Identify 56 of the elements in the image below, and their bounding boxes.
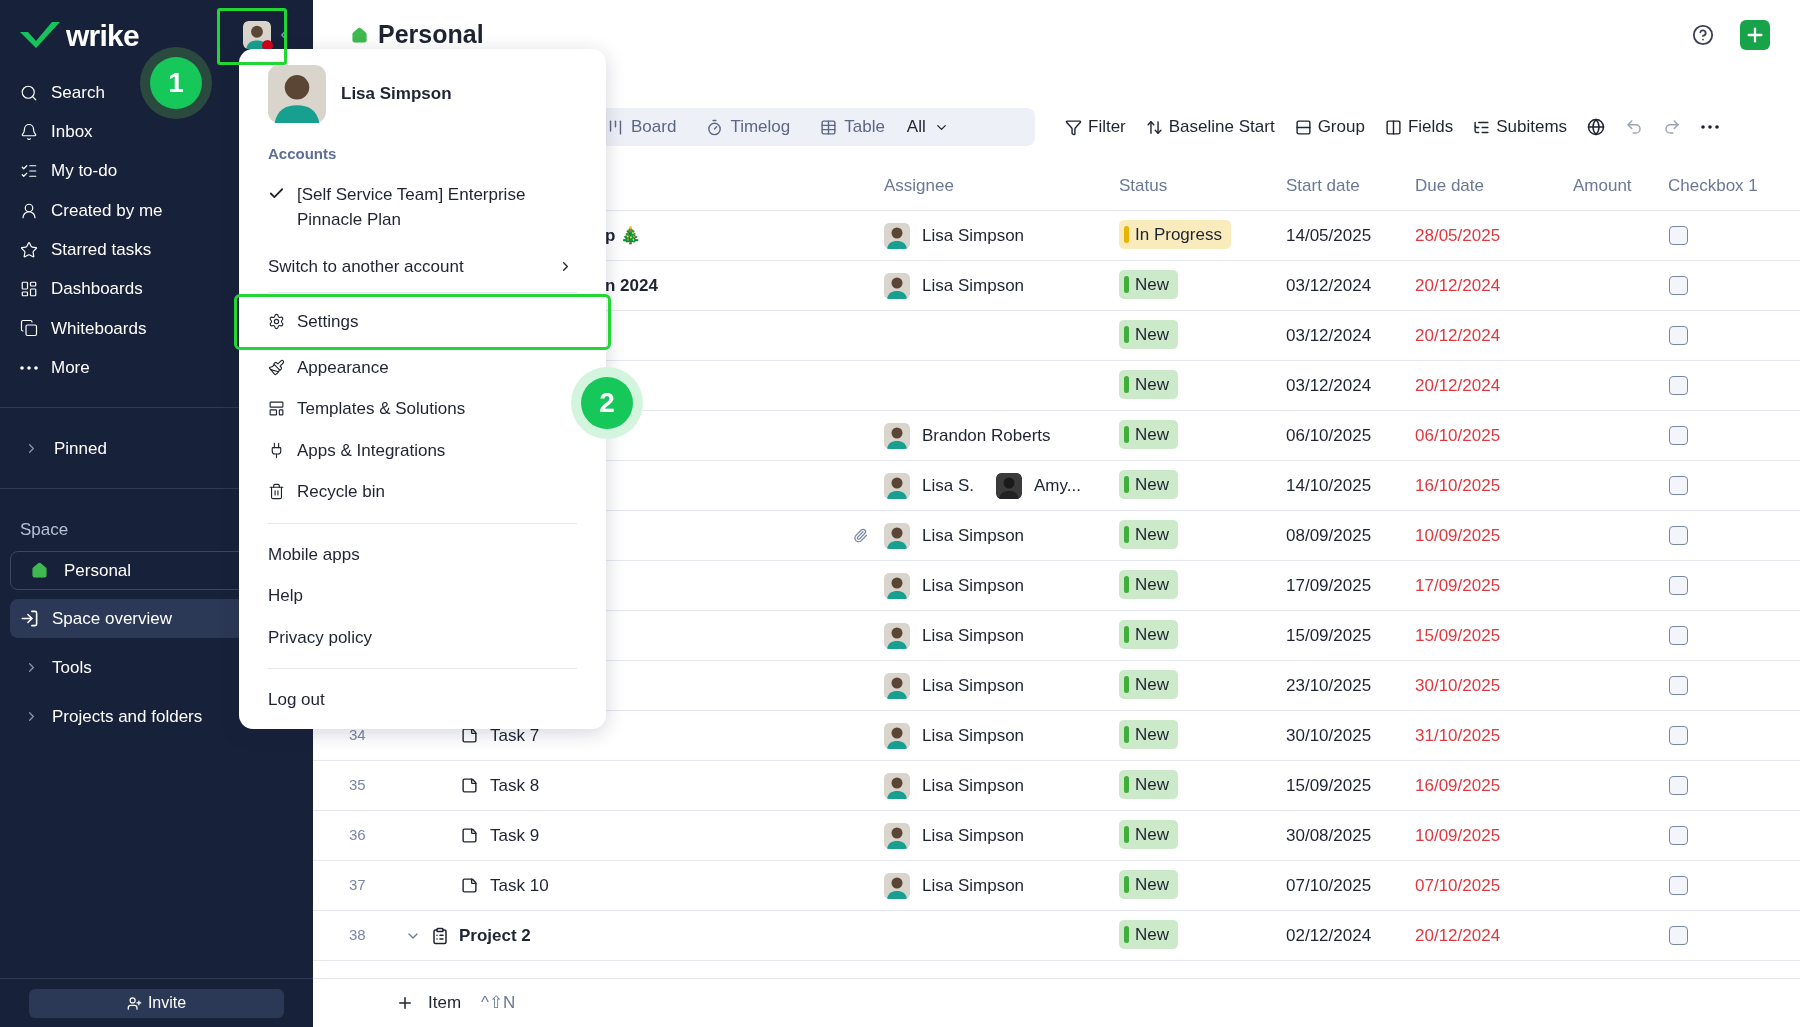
start-date: 15/09/2025	[1286, 774, 1373, 797]
due-date: 06/10/2025	[1415, 424, 1502, 447]
section-label: Accounts	[267, 144, 338, 164]
due-date: 20/12/2024	[1415, 924, 1502, 947]
assignee-name: Lisa Simpson	[922, 824, 1025, 847]
start-date: 17/09/2025	[1286, 574, 1373, 597]
due-date: 16/10/2025	[1415, 474, 1502, 497]
user-name: Lisa Simpson	[341, 83, 452, 106]
row-number: 35	[348, 775, 367, 796]
assignee-name: Brandon Roberts	[922, 424, 1051, 447]
start-date: 03/12/2024	[1286, 374, 1373, 397]
page-title: Personal	[378, 19, 484, 51]
assignee-name: Lisa Simpson	[922, 624, 1025, 647]
start-date: 14/10/2025	[1286, 474, 1373, 497]
start-date: 30/10/2025	[1286, 724, 1373, 747]
due-date: 15/09/2025	[1415, 624, 1502, 647]
assignee-name: Lisa Simpson	[922, 574, 1025, 597]
row-number: 34	[348, 725, 367, 746]
assignee-name: Lisa Simpson	[922, 724, 1025, 747]
assignee-name: Lisa Simpson	[922, 874, 1025, 897]
due-date: 31/10/2025	[1415, 724, 1502, 747]
due-date: 07/10/2025	[1415, 874, 1502, 897]
row-number: 37	[348, 875, 367, 896]
assignee-name: Lisa S.	[922, 474, 974, 497]
start-date: 14/05/2025	[1286, 224, 1373, 247]
due-date: 10/09/2025	[1415, 524, 1502, 547]
row-number: 38	[348, 925, 367, 946]
shortcut-hint: ^⇧N	[481, 992, 516, 1015]
assignee-name: Amy...	[1034, 474, 1081, 497]
row-number: 36	[348, 825, 367, 846]
assignee-name: Lisa Simpson	[922, 774, 1025, 797]
start-date: 03/12/2024	[1286, 274, 1373, 297]
assignee-name: Lisa Simpson	[922, 224, 1025, 247]
due-date: 17/09/2025	[1415, 574, 1502, 597]
due-date: 20/12/2024	[1415, 324, 1502, 347]
due-date: 10/09/2025	[1415, 824, 1502, 847]
step-number: 2	[581, 377, 633, 429]
start-date: 07/10/2025	[1286, 874, 1373, 897]
due-date: 20/12/2024	[1415, 374, 1502, 397]
assignee-name: Lisa Simpson	[922, 674, 1025, 697]
due-date: 30/10/2025	[1415, 674, 1502, 697]
start-date: 06/10/2025	[1286, 424, 1373, 447]
assignee-name: Lisa Simpson	[922, 274, 1025, 297]
start-date: 08/09/2025	[1286, 524, 1373, 547]
logo-text: wrike	[66, 17, 139, 54]
start-date: 23/10/2025	[1286, 674, 1373, 697]
space-label: Space	[20, 519, 69, 542]
start-date: 03/12/2024	[1286, 324, 1373, 347]
due-date: 28/05/2025	[1415, 224, 1502, 247]
due-date: 20/12/2024	[1415, 274, 1502, 297]
start-date: 15/09/2025	[1286, 624, 1373, 647]
due-date: 16/09/2025	[1415, 774, 1502, 797]
start-date: 30/08/2025	[1286, 824, 1373, 847]
start-date: 02/12/2024	[1286, 924, 1373, 947]
assignee-name: Lisa Simpson	[922, 524, 1025, 547]
step-number: 1	[150, 57, 202, 109]
